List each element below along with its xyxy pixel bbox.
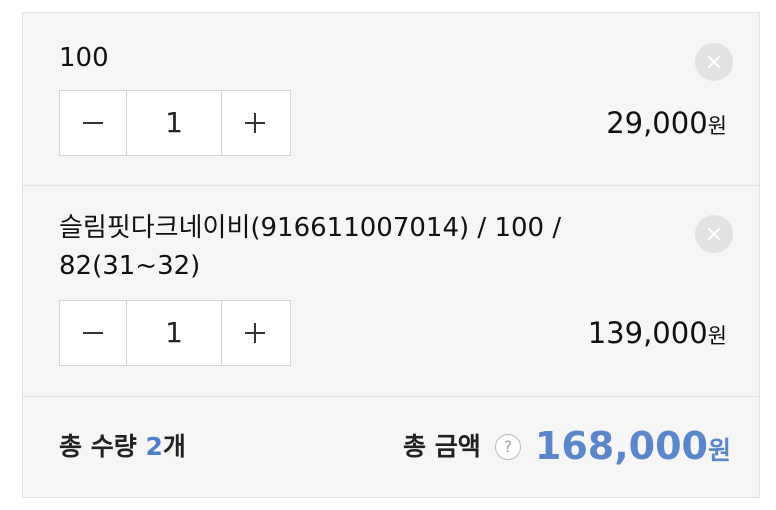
increase-quantity-button[interactable] [222, 301, 288, 365]
quantity-stepper: 1 [59, 300, 291, 366]
item-option-name: 100 [59, 43, 109, 73]
remove-item-button[interactable] [695, 43, 733, 81]
close-icon [708, 228, 720, 240]
plus-icon [245, 323, 265, 343]
decrease-quantity-button[interactable] [60, 91, 126, 155]
remove-item-button[interactable] [695, 215, 733, 253]
total-amount-unit: 원 [707, 436, 731, 465]
item-price-value: 29,000 [606, 106, 708, 140]
item-price-unit: 원 [707, 324, 727, 348]
minus-icon [83, 122, 103, 124]
cart-option-panel: 100 1 29,000원 슬림핏다크네이비(916611007014) / 1… [22, 12, 760, 498]
plus-icon [245, 113, 265, 133]
quantity-input[interactable]: 1 [126, 301, 222, 365]
decrease-quantity-button[interactable] [60, 301, 126, 365]
cart-item: 슬림핏다크네이비(916611007014) / 100 / 82(31~32)… [23, 186, 759, 397]
total-amount: 168,000원 [535, 421, 731, 476]
item-price: 29,000원 [606, 103, 727, 146]
question-icon[interactable]: ? [495, 434, 521, 460]
total-quantity-unit: 개 [162, 432, 186, 461]
total-quantity: 총 수량 2개 [59, 427, 186, 467]
increase-quantity-button[interactable] [222, 91, 288, 155]
minus-icon [83, 332, 103, 334]
item-price: 139,000원 [588, 313, 727, 356]
total-quantity-label: 총 수량 [59, 432, 137, 461]
quantity-input[interactable]: 1 [126, 91, 222, 155]
item-option-name: 슬림핏다크네이비(916611007014) / 100 / 82(31~32) [59, 213, 562, 281]
quantity-stepper: 1 [59, 90, 291, 156]
total-amount-label: 총 금액 [403, 432, 481, 461]
total-quantity-value: 2 [145, 432, 163, 461]
order-summary: 총 수량 2개 총 금액 ? 168,000원 [23, 397, 759, 497]
close-icon [708, 56, 720, 68]
cart-item: 100 1 29,000원 [23, 13, 759, 186]
total-amount-value: 168,000 [534, 424, 708, 468]
item-price-value: 139,000 [587, 316, 708, 350]
item-price-unit: 원 [707, 114, 727, 138]
